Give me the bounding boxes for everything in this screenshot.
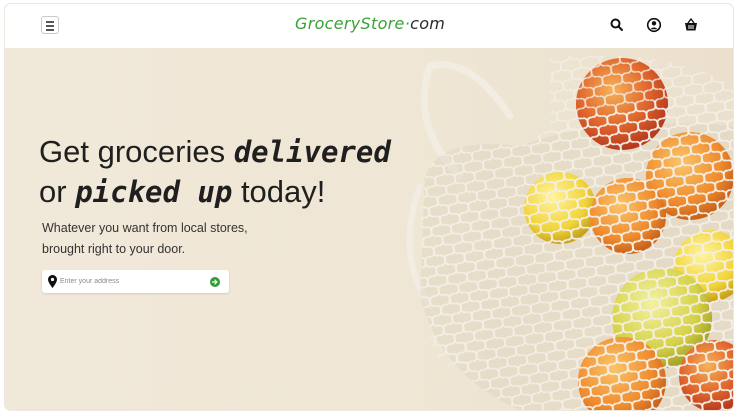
headline-text-3: today! [232,174,326,209]
hero-subtext: Whatever you want from local stores, bro… [42,218,248,260]
user-account-icon[interactable] [646,17,662,33]
mesh-bag-image [406,56,733,410]
headline-emphasis-picked-up: picked up [75,175,233,209]
headline-emphasis-delivered: delivered [233,135,391,169]
subtext-line-2: brought right to your door. [42,242,186,256]
headline-text-2: or [39,174,76,209]
shopping-basket-icon[interactable] [683,17,699,33]
logo-brand: GroceryStore [295,14,405,33]
address-input[interactable] [60,274,200,289]
search-icon[interactable] [609,17,625,33]
hamburger-menu-icon[interactable] [41,16,59,34]
hero-headline: Get groceries delivered or picked up tod… [39,132,391,212]
location-pin-icon [48,275,57,288]
top-navbar: GroceryStore·com [5,4,733,48]
site-logo[interactable]: GroceryStore·com [295,14,445,33]
logo-tld: com [410,14,446,33]
address-search-box [42,270,229,293]
headline-line-1: Get groceries delivered [39,132,391,172]
headline-line-2: or picked up today! [39,172,391,212]
headline-text-1: Get groceries [39,134,234,169]
app-window: GroceryStore·com Get groceries delivered… [5,4,733,410]
arrow-right-circle-icon[interactable] [210,277,220,287]
subtext-line-1: Whatever you want from local stores, [42,221,248,235]
